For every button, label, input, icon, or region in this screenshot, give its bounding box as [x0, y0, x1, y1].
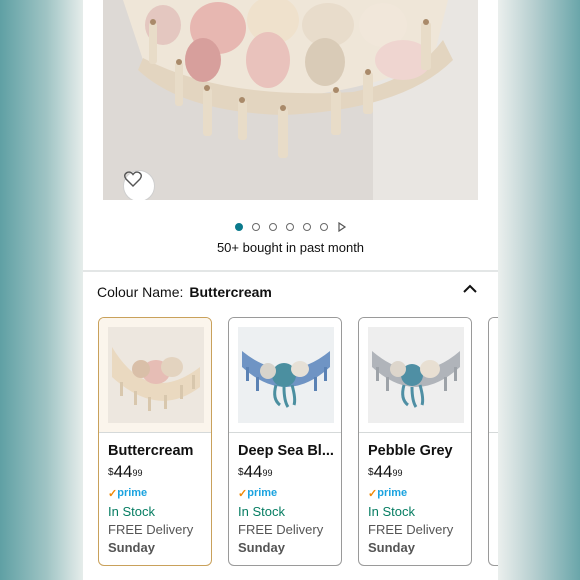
variant-name: Buttercream	[108, 443, 194, 459]
colour-selector-header: Colour Name: Buttercream	[97, 284, 272, 300]
variant-card[interactable]	[488, 317, 498, 566]
delivery-day: Sunday	[368, 540, 415, 555]
pagination-dot[interactable]	[319, 223, 328, 231]
product-page: 50+ bought in past month Colour Name: But…	[83, 0, 498, 580]
variant-thumbnail-frame	[359, 318, 471, 433]
variant-thumbnail-frame	[489, 318, 498, 433]
product-image[interactable]	[103, 0, 478, 200]
delivery-text: FREE Delivery	[108, 522, 194, 537]
stock-status: In Stock	[108, 504, 155, 519]
variant-thumbnail	[368, 327, 464, 423]
variant-carousel: Buttercream $4499 ✓ prime In Stock FREE D…	[98, 317, 498, 567]
variant-price: $4499	[238, 462, 273, 481]
prime-badge: ✓ prime	[238, 487, 278, 500]
variant-price: $4499	[368, 462, 403, 481]
stock-status: In Stock	[238, 504, 285, 519]
section-divider	[83, 270, 498, 272]
variant-thumbnail-frame	[99, 318, 211, 433]
hammock-photo	[103, 0, 478, 200]
prime-check-icon: ✓	[368, 487, 378, 500]
bought-count: 50+ bought in past month	[216, 240, 365, 255]
variant-thumbnail	[238, 327, 334, 423]
wishlist-button[interactable]	[123, 170, 155, 200]
play-icon[interactable]	[337, 222, 347, 232]
delivery-day: Sunday	[108, 540, 155, 555]
chevron-up-icon[interactable]	[462, 282, 478, 294]
variant-card[interactable]: Pebble Grey $4499 ✓ prime In Stock FREE D…	[358, 317, 472, 566]
pagination-dot[interactable]	[234, 223, 243, 231]
stock-status: In Stock	[368, 504, 415, 519]
pagination-dot[interactable]	[268, 223, 277, 231]
variant-thumbnail	[108, 327, 204, 423]
variant-name: Deep Sea Bl...	[238, 443, 334, 459]
prime-check-icon: ✓	[108, 487, 118, 500]
variant-thumbnail-frame	[229, 318, 341, 433]
variant-price: $4499	[108, 462, 143, 481]
variant-card[interactable]: Buttercream $4499 ✓ prime In Stock FREE D…	[98, 317, 212, 566]
colour-label: Colour Name:	[97, 284, 184, 300]
delivery-text: FREE Delivery	[238, 522, 324, 537]
variant-name: Pebble Grey	[368, 443, 453, 459]
delivery-day: Sunday	[238, 540, 285, 555]
colour-value: Buttercream	[189, 284, 272, 300]
delivery-text: FREE Delivery	[368, 522, 454, 537]
variant-card[interactable]: Deep Sea Bl... $4499 ✓ prime In Stock FRE…	[228, 317, 342, 566]
pagination-dot[interactable]	[251, 223, 260, 231]
pagination-dot[interactable]	[285, 223, 294, 231]
prime-check-icon: ✓	[238, 487, 248, 500]
prime-badge: ✓ prime	[108, 487, 148, 500]
pagination-dot[interactable]	[302, 223, 311, 231]
image-pagination	[83, 221, 498, 233]
prime-badge: ✓ prime	[368, 487, 408, 500]
